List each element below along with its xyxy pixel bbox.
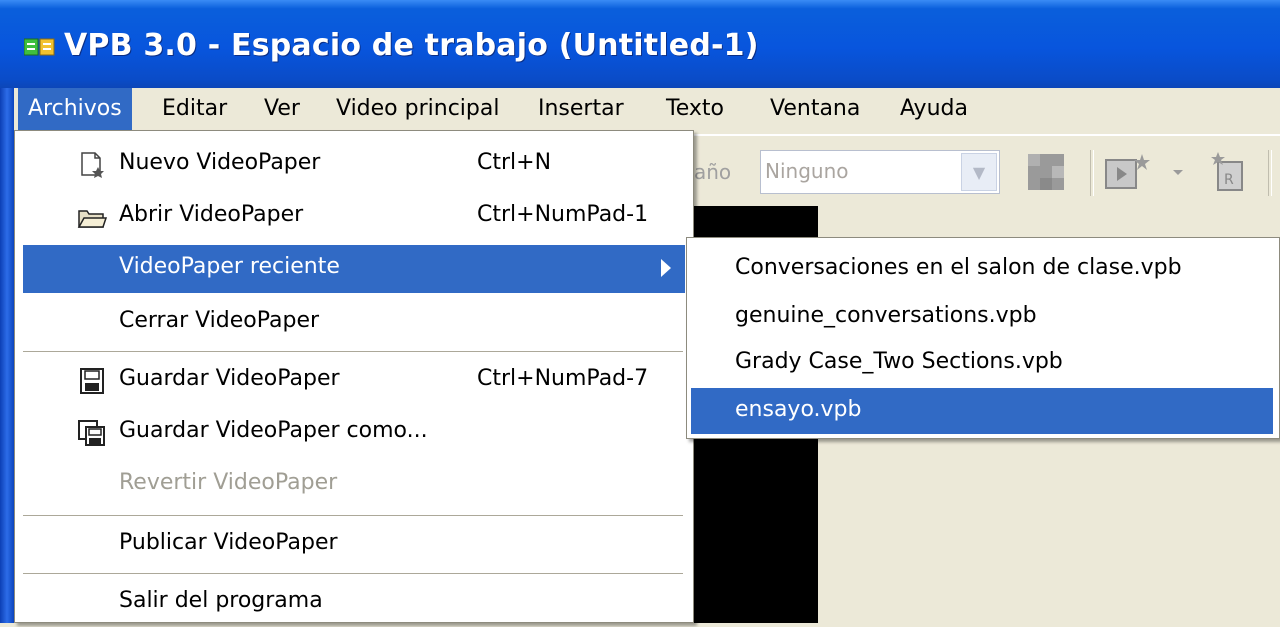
menu-separator xyxy=(23,573,683,577)
menu-item-label: Publicar VideoPaper xyxy=(119,530,338,555)
menu-editar[interactable]: Editar xyxy=(162,88,227,130)
menu-item-label: Revertir VideoPaper xyxy=(119,470,338,495)
submenu-arrow-icon xyxy=(661,259,671,277)
app-icon xyxy=(24,38,55,56)
floppy-disk-icon xyxy=(80,368,104,394)
menu-item-reciente[interactable]: VideoPaper reciente xyxy=(23,245,685,293)
menu-item-label: Cerrar VideoPaper xyxy=(119,308,320,333)
toolbar-separator xyxy=(1090,150,1094,196)
recent-file-label: ensayo.vpb xyxy=(735,397,862,422)
menu-bar: Archivos Editar Ver Video principal Inse… xyxy=(14,88,1280,130)
title-bar[interactable]: VPB 3.0 - Espacio de trabajo (Untitled-1… xyxy=(0,0,1280,88)
toolbar-separator xyxy=(1268,150,1272,196)
menu-item-shortcut: Ctrl+NumPad-1 xyxy=(477,202,649,227)
recent-file-label: Conversaciones en el salon de clase.vpb xyxy=(735,255,1182,280)
save-as-icon xyxy=(78,420,105,446)
menu-ventana[interactable]: Ventana xyxy=(770,88,860,130)
menu-item-shortcut: Ctrl+NumPad-7 xyxy=(477,366,649,391)
menu-item-label: Salir del programa xyxy=(119,588,323,613)
size-select[interactable]: Ninguno ▼ xyxy=(760,150,1000,194)
recent-file-item[interactable]: Grady Case_Two Sections.vpb xyxy=(691,340,1273,386)
window-left-border xyxy=(0,88,14,623)
new-document-icon xyxy=(81,152,104,178)
menu-video-principal[interactable]: Video principal xyxy=(336,88,499,130)
menu-item-cerrar[interactable]: Cerrar VideoPaper xyxy=(23,299,685,347)
menu-texto[interactable]: Texto xyxy=(666,88,724,130)
menu-item-guardar-como[interactable]: Guardar VideoPaper como... xyxy=(23,409,685,457)
menu-ver[interactable]: Ver xyxy=(264,88,300,130)
menu-ayuda[interactable]: Ayuda xyxy=(900,88,968,130)
open-folder-icon xyxy=(77,210,107,228)
menu-archivos[interactable]: Archivos xyxy=(18,88,132,130)
insert-video-icon[interactable] xyxy=(1104,150,1154,194)
recent-file-label: genuine_conversations.vpb xyxy=(735,303,1037,328)
menu-item-nuevo[interactable]: Nuevo VideoPaper Ctrl+N xyxy=(23,141,685,189)
size-label: año xyxy=(694,160,732,184)
insert-reference-icon[interactable]: R xyxy=(1208,150,1252,194)
menu-item-label: Guardar VideoPaper xyxy=(119,366,340,391)
menu-separator xyxy=(23,515,683,519)
file-menu: Nuevo VideoPaper Ctrl+N Abrir VideoPaper… xyxy=(14,130,694,623)
menu-item-guardar[interactable]: Guardar VideoPaper Ctrl+NumPad-7 xyxy=(23,357,685,405)
menu-item-label: Nuevo VideoPaper xyxy=(119,150,321,175)
menu-item-salir[interactable]: Salir del programa xyxy=(23,579,685,627)
size-select-value: Ninguno xyxy=(765,159,849,183)
menu-item-revertir[interactable]: Revertir VideoPaper xyxy=(23,461,685,509)
menu-item-label: VideoPaper reciente xyxy=(119,254,340,279)
menu-item-label: Guardar VideoPaper como... xyxy=(119,418,428,443)
recent-file-item[interactable]: Conversaciones en el salon de clase.vpb xyxy=(691,246,1273,292)
dropdown-arrow-icon[interactable] xyxy=(1170,164,1186,180)
menu-item-label: Abrir VideoPaper xyxy=(119,202,304,227)
menu-item-shortcut: Ctrl+N xyxy=(477,150,552,175)
color-swatch-icon[interactable] xyxy=(1026,152,1066,192)
recent-file-item[interactable]: genuine_conversations.vpb xyxy=(691,294,1273,340)
svg-text:R: R xyxy=(1224,172,1234,188)
recent-file-item[interactable]: ensayo.vpb xyxy=(691,388,1273,434)
menu-item-publicar[interactable]: Publicar VideoPaper xyxy=(23,521,685,569)
window-title: VPB 3.0 - Espacio de trabajo (Untitled-1… xyxy=(64,28,759,63)
recent-files-submenu: Conversaciones en el salon de clase.vpb … xyxy=(686,237,1280,439)
menu-insertar[interactable]: Insertar xyxy=(538,88,624,130)
menu-separator xyxy=(23,351,683,355)
recent-file-label: Grady Case_Two Sections.vpb xyxy=(735,349,1063,374)
menu-item-abrir[interactable]: Abrir VideoPaper Ctrl+NumPad-1 xyxy=(23,193,685,241)
chevron-down-icon[interactable]: ▼ xyxy=(961,153,997,191)
